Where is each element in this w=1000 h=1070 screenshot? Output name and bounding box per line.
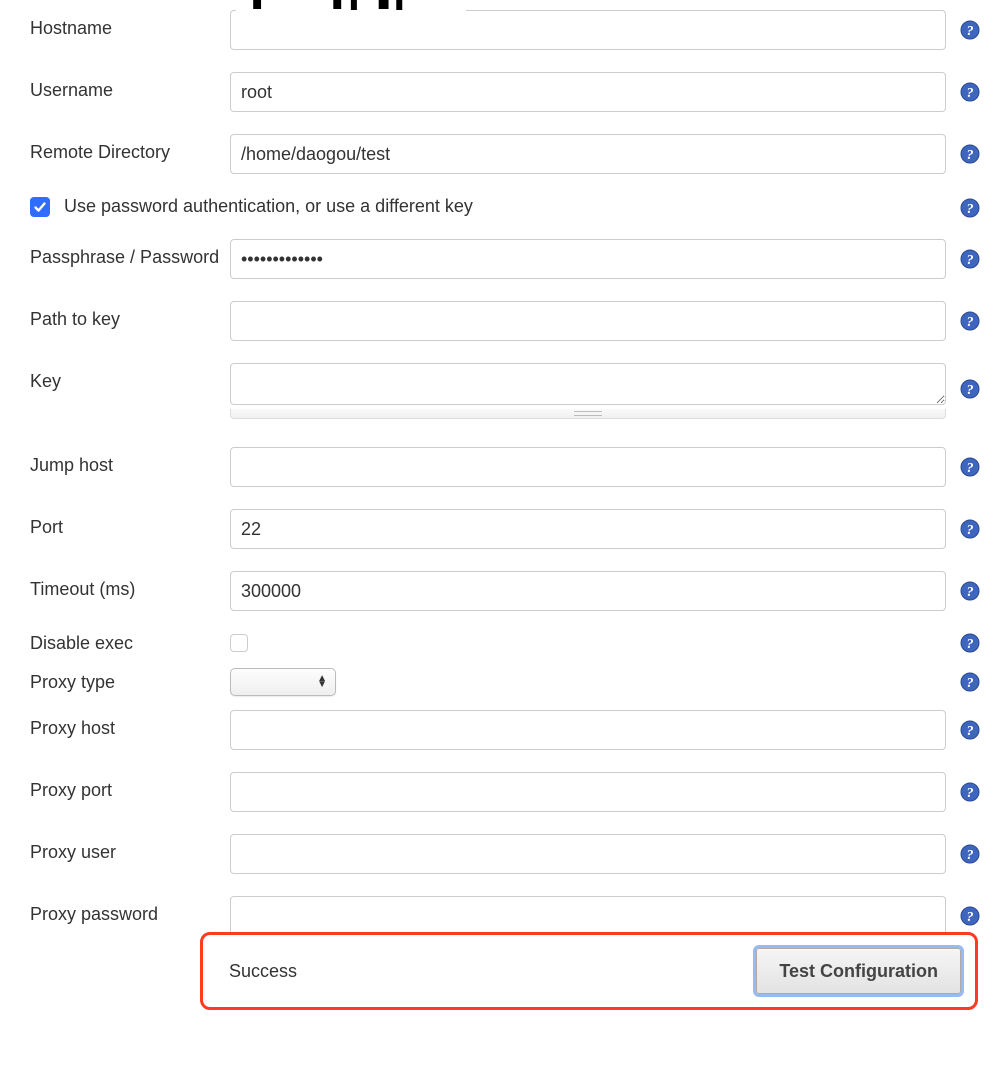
path-to-key-input[interactable] xyxy=(230,301,946,341)
row-proxy-host: Proxy host ? xyxy=(30,710,980,750)
label-port: Port xyxy=(30,509,230,538)
label-hostname: Hostname xyxy=(30,10,230,39)
row-passphrase: Passphrase / Password ? xyxy=(30,239,980,279)
help-icon[interactable]: ? xyxy=(960,311,980,331)
label-username: Username xyxy=(30,72,230,101)
svg-text:?: ? xyxy=(967,523,974,538)
row-port: Port ? xyxy=(30,509,980,549)
svg-text:?: ? xyxy=(967,461,974,476)
proxy-host-input[interactable] xyxy=(230,710,946,750)
hostname-redacted-overlay: ▘▖ ▝ ▝▖▌ ▋▌ xyxy=(236,0,466,14)
label-remote-directory: Remote Directory xyxy=(30,134,230,163)
row-proxy-port: Proxy port ? xyxy=(30,772,980,812)
passphrase-input[interactable] xyxy=(230,239,946,279)
svg-text:?: ? xyxy=(967,383,974,398)
label-key: Key xyxy=(30,363,230,392)
svg-text:?: ? xyxy=(967,724,974,739)
label-proxy-host: Proxy host xyxy=(30,710,230,739)
jump-host-input[interactable] xyxy=(230,447,946,487)
label-disable-exec: Disable exec xyxy=(30,633,230,654)
help-icon[interactable]: ? xyxy=(960,379,980,399)
label-jump-host: Jump host xyxy=(30,447,230,476)
proxy-type-select[interactable]: ▲▼ xyxy=(230,668,336,696)
row-proxy-type: Proxy type ▲▼ ? xyxy=(30,668,980,696)
help-icon[interactable]: ? xyxy=(960,519,980,539)
svg-text:?: ? xyxy=(967,848,974,863)
label-timeout: Timeout (ms) xyxy=(30,571,230,600)
help-icon[interactable]: ? xyxy=(960,457,980,477)
svg-text:?: ? xyxy=(967,315,974,330)
ssh-config-form: Hostname ▘▖ ▝ ▝▖▌ ▋▌ ? Username ? Remote… xyxy=(0,0,1000,1070)
row-jump-host: Jump host ? xyxy=(30,447,980,487)
label-path-to-key: Path to key xyxy=(30,301,230,330)
svg-text:?: ? xyxy=(967,86,974,101)
svg-text:?: ? xyxy=(967,585,974,600)
row-proxy-password: Proxy password ? xyxy=(30,896,980,936)
svg-text:?: ? xyxy=(967,148,974,163)
label-proxy-type: Proxy type xyxy=(30,668,230,693)
help-icon[interactable]: ? xyxy=(960,144,980,164)
help-icon[interactable]: ? xyxy=(960,198,980,218)
row-remote-directory: Remote Directory ? xyxy=(30,134,980,174)
key-textarea[interactable] xyxy=(230,363,946,405)
row-key: Key ? xyxy=(30,363,980,405)
test-result-panel: Success Test Configuration xyxy=(200,932,978,1010)
use-password-auth-checkbox[interactable] xyxy=(30,197,50,217)
use-password-auth-label: Use password authentication, or use a di… xyxy=(64,196,473,217)
help-icon[interactable]: ? xyxy=(960,720,980,740)
help-icon[interactable]: ? xyxy=(960,82,980,102)
help-icon[interactable]: ? xyxy=(960,20,980,40)
row-username: Username ? xyxy=(30,72,980,112)
label-proxy-password: Proxy password xyxy=(30,896,230,925)
svg-text:?: ? xyxy=(967,253,974,268)
help-icon[interactable]: ? xyxy=(960,581,980,601)
svg-text:?: ? xyxy=(967,676,974,691)
select-arrows-icon: ▲▼ xyxy=(317,676,327,688)
proxy-user-input[interactable] xyxy=(230,834,946,874)
svg-text:?: ? xyxy=(967,910,974,925)
row-disable-exec: Disable exec ? xyxy=(30,633,980,654)
svg-text:?: ? xyxy=(967,637,974,652)
row-path-to-key: Path to key ? xyxy=(30,301,980,341)
port-input[interactable] xyxy=(230,509,946,549)
help-icon[interactable]: ? xyxy=(960,844,980,864)
row-timeout: Timeout (ms) ? xyxy=(30,571,980,611)
label-passphrase: Passphrase / Password xyxy=(30,239,230,268)
help-icon[interactable]: ? xyxy=(960,782,980,802)
test-result-status: Success xyxy=(229,961,297,982)
svg-text:?: ? xyxy=(967,786,974,801)
label-proxy-user: Proxy user xyxy=(30,834,230,863)
proxy-port-input[interactable] xyxy=(230,772,946,812)
textarea-resize-grip[interactable] xyxy=(230,409,946,419)
row-hostname: Hostname ▘▖ ▝ ▝▖▌ ▋▌ ? xyxy=(30,10,980,50)
svg-text:?: ? xyxy=(967,24,974,39)
help-icon[interactable]: ? xyxy=(960,672,980,692)
proxy-password-input[interactable] xyxy=(230,896,946,936)
help-icon[interactable]: ? xyxy=(960,906,980,926)
label-proxy-port: Proxy port xyxy=(30,772,230,801)
username-input[interactable] xyxy=(230,72,946,112)
svg-text:?: ? xyxy=(967,202,974,217)
help-icon[interactable]: ? xyxy=(960,249,980,269)
row-proxy-user: Proxy user ? xyxy=(30,834,980,874)
test-configuration-button[interactable]: Test Configuration xyxy=(756,948,961,994)
timeout-input[interactable] xyxy=(230,571,946,611)
help-icon[interactable]: ? xyxy=(960,633,980,653)
disable-exec-checkbox[interactable] xyxy=(230,634,248,652)
remote-directory-input[interactable] xyxy=(230,134,946,174)
row-use-password-auth: Use password authentication, or use a di… xyxy=(30,196,980,217)
hostname-input[interactable] xyxy=(230,10,946,50)
